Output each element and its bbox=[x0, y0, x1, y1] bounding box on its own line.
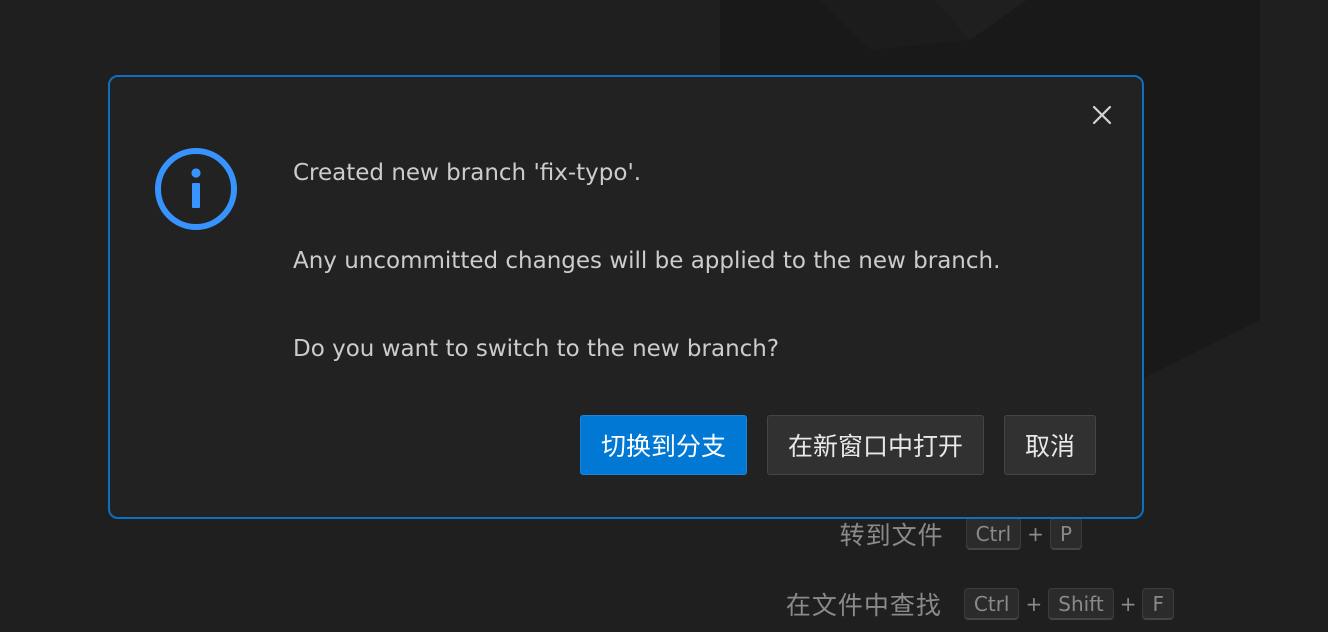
hint-label: 转到文件 bbox=[839, 521, 944, 550]
switch-branch-dialog: Created new branch 'fix-typo'. Any uncom… bbox=[108, 75, 1144, 519]
editor-background: 转到文件 Ctrl + P 在文件中查找 Ctrl + Shift + F Cr… bbox=[0, 0, 1328, 632]
hint-go-to-file: 转到文件 Ctrl + P bbox=[840, 516, 1082, 552]
dialog-message: Created new branch 'fix-typo'. Any uncom… bbox=[293, 155, 1093, 419]
open-in-new-window-button[interactable]: 在新窗口中打开 bbox=[766, 415, 984, 475]
keycap: Ctrl bbox=[965, 518, 1022, 550]
message-line: Do you want to switch to the new branch? bbox=[293, 336, 780, 362]
plus-separator: + bbox=[1025, 592, 1043, 616]
hint-find-in-files: 在文件中查找 Ctrl + Shift + F bbox=[786, 586, 1174, 622]
keycap: F bbox=[1142, 588, 1174, 620]
keycap: P bbox=[1049, 518, 1082, 550]
message-line: Any uncommitted changes will be applied … bbox=[293, 248, 1001, 274]
cancel-button[interactable]: 取消 bbox=[1003, 415, 1096, 475]
message-line: Created new branch 'fix-typo'. bbox=[293, 160, 642, 186]
dialog-buttons: 切换到分支 在新窗口中打开 取消 bbox=[579, 415, 1096, 475]
plus-separator: + bbox=[1027, 522, 1044, 546]
switch-branch-button[interactable]: 切换到分支 bbox=[579, 415, 747, 475]
close-button[interactable] bbox=[1088, 101, 1116, 129]
info-icon bbox=[155, 148, 237, 230]
keycap: Shift bbox=[1048, 588, 1114, 620]
close-icon bbox=[1092, 105, 1112, 125]
plus-separator: + bbox=[1119, 592, 1137, 616]
keycap: Ctrl bbox=[963, 588, 1020, 620]
hint-label: 在文件中查找 bbox=[785, 591, 942, 620]
